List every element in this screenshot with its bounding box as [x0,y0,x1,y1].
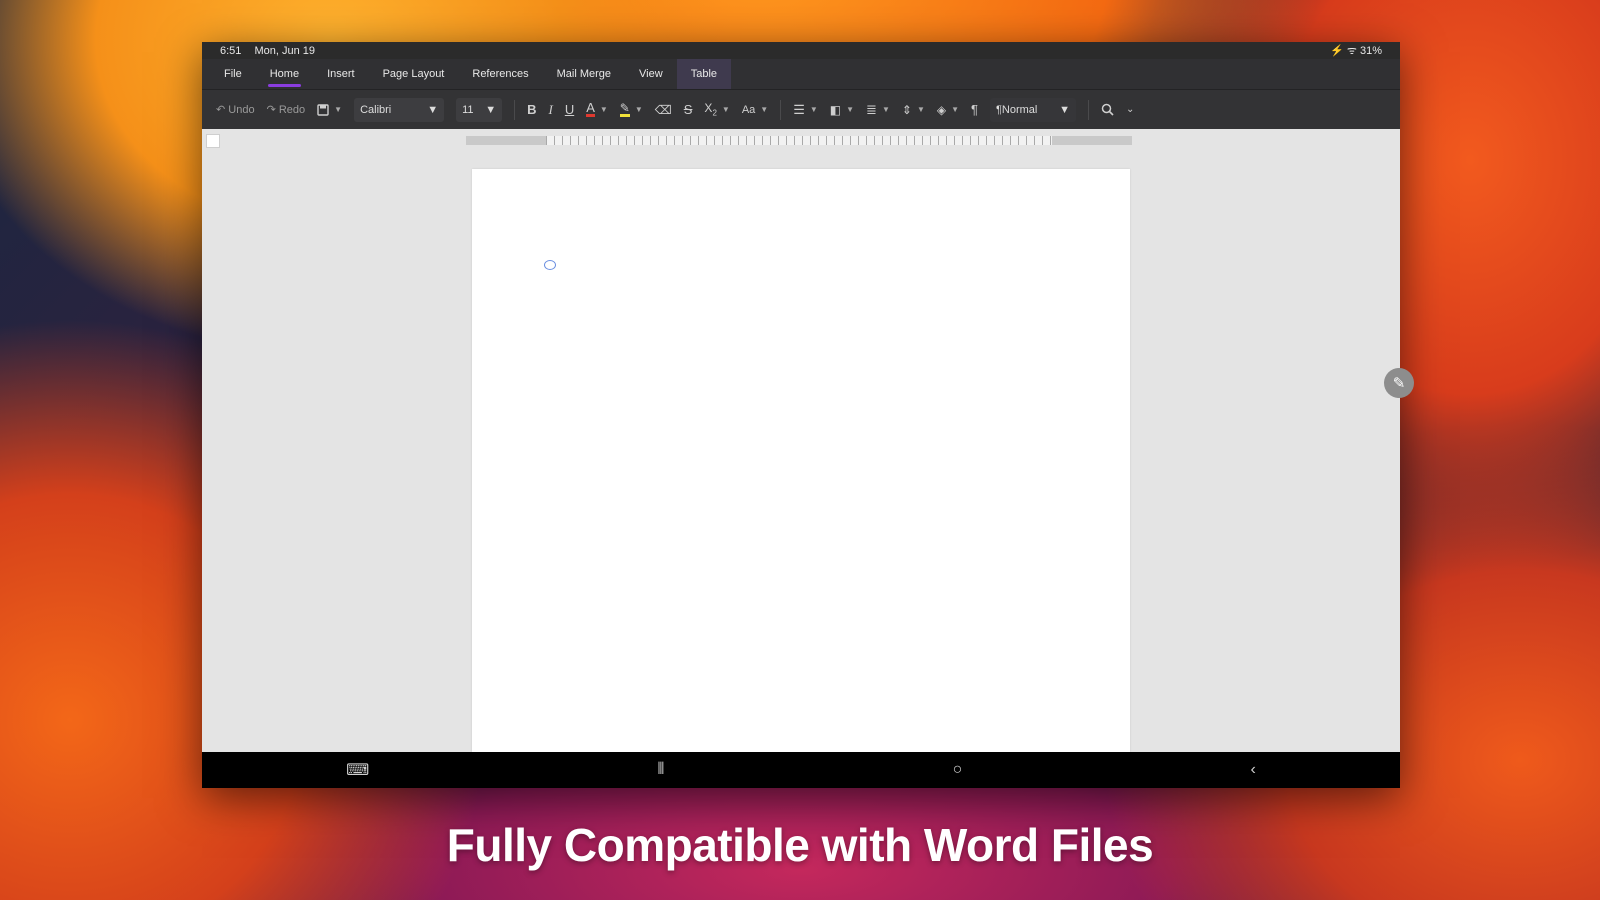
tab-mail-merge[interactable]: Mail Merge [543,59,625,89]
shading-button[interactable]: ◈ ▼ [931,98,965,122]
toolbar-divider [780,99,782,120]
bold-button[interactable]: B [521,98,542,122]
chevron-down-icon: ▼ [721,105,730,114]
undo-button[interactable]: ↶ Undo [210,98,261,122]
chevron-down-icon: ▼ [846,105,855,114]
chevron-down-icon: ▼ [916,105,925,114]
promo-caption: Fully Compatible with Word Files [446,819,1154,871]
status-indicators: ⚡ ᯤ 31% [1330,45,1382,57]
style-value: ¶Normal [996,103,1038,116]
chevron-down-icon: ▼ [881,105,890,114]
list-icon: ☰ [793,101,805,117]
clear-format-button[interactable]: ⌫ [649,98,678,122]
system-navigation-bar: ⌨ ⦀ ○ ‹ [202,752,1400,788]
more-icon: ⌄ [1126,104,1135,115]
status-date: Mon, Jun 19 [254,44,316,57]
keyboard-toggle-icon[interactable]: ⌨ [346,760,369,780]
tab-view[interactable]: View [625,59,677,89]
ruler-right-margin [1052,136,1132,145]
document-page[interactable] [472,169,1130,752]
bold-icon: B [527,102,537,117]
chevron-down-icon: ▼ [599,105,608,114]
subscript-button[interactable]: X2 ▼ [698,98,735,122]
more-button[interactable]: ⌄ [1120,98,1140,122]
paragraph-mark-button[interactable]: ¶ [965,98,984,122]
underline-icon: U [564,102,575,117]
strikethrough-icon: S [683,102,693,117]
align-icon: ≣ [866,101,877,117]
list-button[interactable]: ☰ ▼ [787,98,824,122]
document-canvas[interactable]: ✎ [202,129,1414,752]
recent-apps-icon[interactable]: ⦀ [657,761,664,779]
redo-label: Redo [278,103,306,116]
align-button[interactable]: ≣ ▼ [860,98,896,122]
toolbar-divider [1088,99,1089,120]
chevron-down-icon: ▼ [634,105,643,114]
search-icon [1101,103,1114,116]
home-icon[interactable]: ○ [953,761,963,779]
ruler-left-margin [466,136,546,145]
indent-icon: ◧ [829,102,842,117]
tab-references[interactable]: References [458,59,542,89]
status-time: 6:51 [220,44,242,57]
clear-format-icon: ⌫ [654,102,672,117]
change-case-button[interactable]: Aa ▼ [736,98,774,122]
tab-file[interactable]: File [210,59,256,89]
undo-icon: ↶ [216,104,229,116]
pencil-icon: ✎ [1392,375,1406,392]
save-icon [317,103,329,116]
style-select[interactable]: ¶Normal ▼ [990,97,1076,122]
chevron-down-icon: ▼ [760,105,769,114]
edit-fab-button[interactable]: ✎ [1384,368,1414,398]
italic-icon: I [548,101,553,117]
ribbon-tabs: File Home Insert Page Layout References … [202,59,1400,90]
font-size-value: 11 [462,103,474,116]
italic-button[interactable]: I [542,98,558,122]
formatting-toolbar: ↶ Undo ↷ Redo ▼ Calibri ▼ 11 ▼ B I U A ▼… [202,90,1400,129]
chevron-down-icon: ▼ [485,103,497,116]
line-spacing-icon: ⇕ [901,102,912,117]
search-button[interactable] [1095,98,1120,122]
toolbar-divider [514,99,516,120]
save-button[interactable]: ▼ [311,98,348,122]
strikethrough-button[interactable]: S [678,98,699,122]
highlight-icon: ✎ [619,101,630,117]
undo-label: Undo [228,103,255,116]
tab-page-layout[interactable]: Page Layout [369,59,459,89]
back-icon[interactable]: ‹ [1251,761,1256,779]
chevron-down-icon: ▼ [809,105,818,114]
view-toggle-box[interactable] [206,134,220,148]
font-size-select[interactable]: 11 ▼ [456,97,503,122]
chevron-down-icon: ▼ [427,103,439,116]
text-cursor-handle[interactable] [544,260,556,270]
font-name-value: Calibri [360,103,392,116]
status-bar: 6:51 Mon, Jun 19 ⚡ ᯤ 31% [202,42,1400,59]
tab-table[interactable]: Table [676,59,731,89]
chevron-down-icon: ▼ [334,105,343,114]
paragraph-mark-icon: ¶ [971,102,978,117]
shading-icon: ◈ [936,102,947,117]
chevron-down-icon: ▼ [951,105,960,114]
change-case-icon: Aa [741,103,756,116]
chevron-down-icon: ▼ [1059,103,1070,116]
font-name-select[interactable]: Calibri ▼ [354,97,445,122]
indent-button[interactable]: ◧ ▼ [824,98,860,122]
tab-home[interactable]: Home [256,59,313,89]
horizontal-ruler[interactable] [466,136,1132,145]
redo-icon: ↷ [266,104,279,116]
font-color-icon: A [586,100,595,117]
subscript-icon: X2 [704,101,717,118]
tablet-screen: 6:51 Mon, Jun 19 ⚡ ᯤ 31% File Home Inser… [202,42,1414,788]
line-spacing-button[interactable]: ⇕ ▼ [896,98,931,122]
underline-button[interactable]: U [559,98,580,122]
font-color-button[interactable]: A ▼ [580,98,614,122]
redo-button[interactable]: ↷ Redo [261,98,312,122]
tab-insert[interactable]: Insert [313,59,369,89]
highlight-button[interactable]: ✎ ▼ [614,98,649,122]
